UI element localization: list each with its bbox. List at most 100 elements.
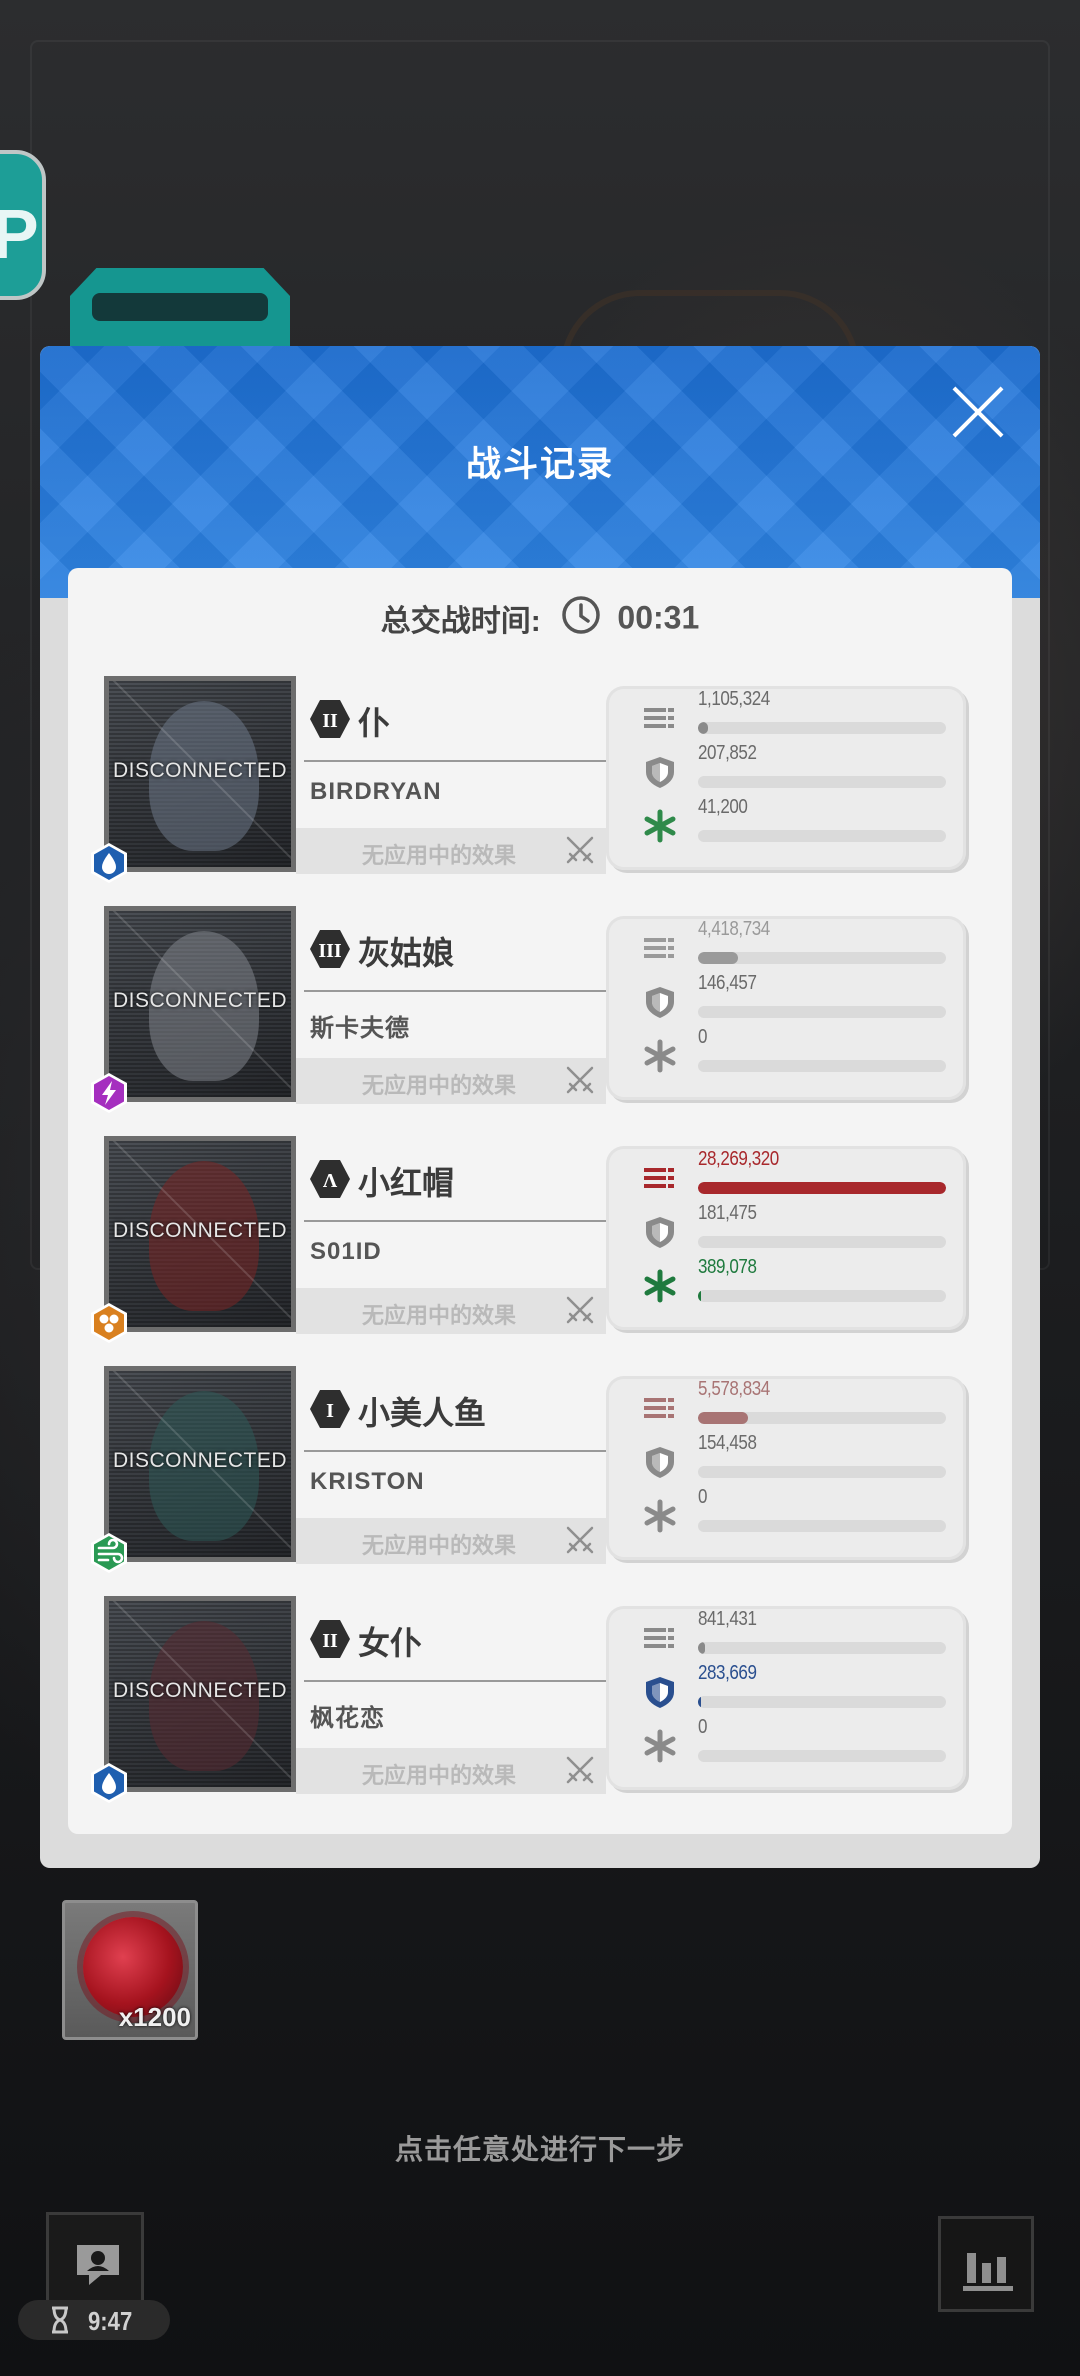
damage-bar-fill: [698, 1642, 705, 1654]
defense-value: 283,669: [698, 1662, 757, 1684]
svg-text:I: I: [326, 1400, 334, 1422]
player-row[interactable]: DISCONNECTED I 小美人鱼 KRISTON 无应用中的效果 5,578,834…: [91, 1366, 986, 1573]
stat-defense: 154,458: [606, 1432, 966, 1486]
wind-icon: [88, 1532, 130, 1574]
player-row[interactable]: DISCONNECTED III 灰姑娘 斯卡夫德 无应用中的效果 4,418,734 14…: [91, 906, 986, 1113]
damage-icon: [642, 700, 678, 736]
stats-panel: 4,418,734 146,457 0: [606, 916, 966, 1100]
player-row[interactable]: DISCONNECTED II 女仆 枫花恋 无应用中的效果 841,431 283,669…: [91, 1596, 986, 1803]
stat-heal: 389,078: [606, 1256, 966, 1310]
heal-value: 0: [698, 1716, 708, 1738]
damage-icon: [642, 1620, 678, 1656]
crossed-swords-icon: [566, 836, 594, 864]
character-name: 小红帽: [358, 1165, 455, 1201]
svg-text:III: III: [318, 940, 342, 962]
damage-bar: [698, 952, 946, 964]
heal-icon: [642, 1268, 678, 1304]
heal-icon: [642, 1498, 678, 1534]
heal-value: 0: [698, 1026, 708, 1048]
damage-bar: [698, 1642, 946, 1654]
character-portrait: DISCONNECTED: [104, 1366, 296, 1562]
effects-text: 无应用中的效果: [361, 1303, 516, 1328]
defense-bar: [698, 776, 946, 788]
stat-damage: 4,418,734: [606, 918, 966, 972]
defense-icon: [642, 1214, 678, 1250]
stats-panel: 1,105,324 207,852 41,200: [606, 686, 966, 870]
close-button[interactable]: [948, 382, 1008, 442]
continue-hint[interactable]: 点击任意处进行下一步: [0, 2128, 1080, 2168]
defense-value: 181,475: [698, 1202, 757, 1224]
character-portrait: DISCONNECTED: [104, 1596, 296, 1792]
player-name: 枫花恋: [310, 1705, 385, 1732]
damage-bar-fill: [698, 952, 738, 964]
chat-button[interactable]: [46, 2212, 144, 2310]
defense-value: 207,852: [698, 742, 757, 764]
stat-heal: 41,200: [606, 796, 966, 850]
divider: [304, 1680, 606, 1682]
water-icon: [88, 842, 130, 884]
battle-duration: 总交战时间: 00:31: [68, 596, 1012, 640]
player-row[interactable]: DISCONNECTED Λ 小红帽 S01ID 无应用中的效果 28,269,320 18…: [91, 1136, 986, 1343]
stats-panel: 28,269,320 181,475 389,078: [606, 1146, 966, 1330]
heal-bar: [698, 830, 946, 842]
stats-panel: 841,431 283,669 0: [606, 1606, 966, 1790]
heal-value: 0: [698, 1486, 708, 1508]
damage-value: 28,269,320: [698, 1148, 779, 1170]
damage-bar-fill: [698, 1182, 946, 1194]
svg-text:II: II: [322, 1630, 338, 1652]
rank-badge: II: [310, 1618, 350, 1660]
duration-value: 00:31: [617, 599, 700, 636]
svg-text:Λ: Λ: [323, 1170, 338, 1192]
damage-icon: [642, 1160, 678, 1196]
defense-icon: [642, 1444, 678, 1480]
bar-chart-icon: [963, 2253, 1013, 2291]
dialog-header: 战斗记录: [40, 346, 1040, 598]
effects-bar: 无应用中的效果: [296, 1288, 606, 1334]
heal-bar: [698, 1750, 946, 1762]
heal-value: 41,200: [698, 796, 748, 818]
reward-quantity: x1200: [118, 2002, 191, 2032]
background-bar: [70, 268, 290, 348]
damage-bar: [698, 722, 946, 734]
character-portrait: DISCONNECTED: [104, 1136, 296, 1332]
stat-damage: 1,105,324: [606, 688, 966, 742]
player-row[interactable]: DISCONNECTED II 仆 BIRDRYAN 无应用中的效果 1,105,324 2…: [91, 676, 986, 883]
clock-icon: [562, 596, 600, 634]
stat-damage: 841,431: [606, 1608, 966, 1662]
character-portrait: DISCONNECTED: [104, 676, 296, 872]
divider: [304, 990, 606, 992]
hourglass-icon: [52, 2306, 68, 2334]
divider: [304, 760, 606, 762]
reward-item[interactable]: x1200: [62, 1900, 198, 2040]
statistics-button[interactable]: [938, 2216, 1034, 2312]
player-name: S01ID: [310, 1238, 382, 1265]
character-name: 灰姑娘: [358, 935, 455, 971]
damage-value: 841,431: [698, 1608, 757, 1630]
player-name: BIRDRYAN: [310, 778, 442, 805]
player-info: I 小美人鱼 KRISTON 无应用中的效果: [296, 1366, 606, 1564]
character-name: 仆: [358, 705, 391, 741]
heal-bar: [698, 1520, 946, 1532]
damage-value: 4,418,734: [698, 918, 770, 940]
iron-icon: [88, 1302, 130, 1344]
defense-icon: [642, 984, 678, 1020]
rank-badge: III: [310, 928, 350, 970]
character-name: 小美人鱼: [358, 1395, 487, 1431]
defense-icon: [642, 754, 678, 790]
dialog-body: 总交战时间: 00:31 DISCONNECTED II 仆 BIRDRYAN 无应用中…: [68, 568, 1012, 1834]
player-info: II 女仆 枫花恋 无应用中的效果: [296, 1596, 606, 1794]
battle-record-dialog[interactable]: 战斗记录 总交战时间: 00:31 DISCONNECTED II 仆 BIRDRYA…: [40, 346, 1040, 1868]
stats-panel: 5,578,834 154,458 0: [606, 1376, 966, 1560]
defense-bar: [698, 1236, 946, 1248]
heal-icon: [642, 808, 678, 844]
divider: [304, 1220, 606, 1222]
timer-value: 9:47: [88, 2306, 133, 2336]
defense-bar: [698, 1006, 946, 1018]
effects-text: 无应用中的效果: [361, 1533, 516, 1558]
electric-icon: [88, 1072, 130, 1114]
player-name: 斯卡夫德: [310, 1015, 410, 1042]
damage-value: 1,105,324: [698, 688, 770, 710]
connection-status: DISCONNECTED: [112, 1449, 287, 1472]
defense-bar: [698, 1466, 946, 1478]
defense-bar: [698, 1696, 946, 1708]
